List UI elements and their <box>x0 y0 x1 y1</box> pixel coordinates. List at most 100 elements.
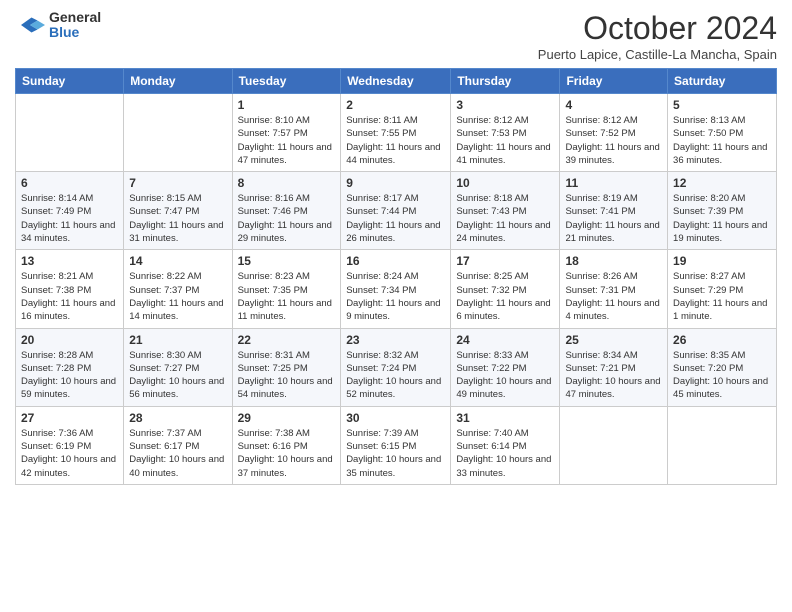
calendar-cell: 26 Sunrise: 8:35 AMSunset: 7:20 PMDayligh… <box>668 328 777 406</box>
header: General Blue October 2024 Puerto Lapice,… <box>15 10 777 62</box>
day-number: 10 <box>456 176 554 190</box>
day-number: 29 <box>238 411 336 425</box>
day-info: Sunrise: 8:23 AMSunset: 7:35 PMDaylight:… <box>238 270 336 323</box>
day-number: 7 <box>129 176 226 190</box>
day-info: Sunrise: 8:18 AMSunset: 7:43 PMDaylight:… <box>456 192 554 245</box>
day-info: Sunrise: 8:24 AMSunset: 7:34 PMDaylight:… <box>346 270 445 323</box>
calendar-cell: 15Sunrise: 8:23 AMSunset: 7:35 PMDayligh… <box>232 250 341 328</box>
day-number: 19 <box>673 254 771 268</box>
day-info: Sunrise: 8:35 AMSunset: 7:20 PMDaylight:… <box>673 349 771 402</box>
day-number: 14 <box>129 254 226 268</box>
calendar-cell: 10 Sunrise: 8:18 AMSunset: 7:43 PMDayligh… <box>451 172 560 250</box>
day-number: 4 <box>565 98 662 112</box>
day-number: 17 <box>456 254 554 268</box>
calendar-table: SundayMondayTuesdayWednesdayThursdayFrid… <box>15 68 777 485</box>
weekday-header: Thursday <box>451 69 560 94</box>
weekday-header: Wednesday <box>341 69 451 94</box>
calendar-cell: 4 Sunrise: 8:12 AMSunset: 7:52 PMDaylight… <box>560 94 668 172</box>
day-number: 27 <box>21 411 118 425</box>
day-number: 31 <box>456 411 554 425</box>
calendar-cell: 3 Sunrise: 8:12 AMSunset: 7:53 PMDaylight… <box>451 94 560 172</box>
day-number: 8 <box>238 176 336 190</box>
month-title: October 2024 <box>538 10 777 47</box>
calendar-week-row: 20Sunrise: 8:28 AMSunset: 7:28 PMDayligh… <box>16 328 777 406</box>
day-number: 24 <box>456 333 554 347</box>
day-number: 11 <box>565 176 662 190</box>
calendar-cell: 11 Sunrise: 8:19 AMSunset: 7:41 PMDayligh… <box>560 172 668 250</box>
day-info: Sunrise: 8:14 AMSunset: 7:49 PMDaylight:… <box>21 192 118 245</box>
calendar-cell: 12 Sunrise: 8:20 AMSunset: 7:39 PMDayligh… <box>668 172 777 250</box>
calendar-cell: 25 Sunrise: 8:34 AMSunset: 7:21 PMDayligh… <box>560 328 668 406</box>
day-info: Sunrise: 8:11 AMSunset: 7:55 PMDaylight:… <box>346 114 445 167</box>
day-info: Sunrise: 8:26 AMSunset: 7:31 PMDaylight:… <box>565 270 662 323</box>
calendar-cell: 18 Sunrise: 8:26 AMSunset: 7:31 PMDayligh… <box>560 250 668 328</box>
calendar-header-row: SundayMondayTuesdayWednesdayThursdayFrid… <box>16 69 777 94</box>
calendar-cell: 20Sunrise: 8:28 AMSunset: 7:28 PMDayligh… <box>16 328 124 406</box>
day-info: Sunrise: 8:12 AMSunset: 7:52 PMDaylight:… <box>565 114 662 167</box>
day-info: Sunrise: 8:17 AMSunset: 7:44 PMDaylight:… <box>346 192 445 245</box>
day-number: 21 <box>129 333 226 347</box>
calendar-cell: 27 Sunrise: 7:36 AMSunset: 6:19 PMDayligh… <box>16 406 124 484</box>
day-info: Sunrise: 8:32 AMSunset: 7:24 PMDaylight:… <box>346 349 445 402</box>
day-info: Sunrise: 8:27 AMSunset: 7:29 PMDaylight:… <box>673 270 771 323</box>
day-info: Sunrise: 8:16 AMSunset: 7:46 PMDaylight:… <box>238 192 336 245</box>
calendar-cell: 16 Sunrise: 8:24 AMSunset: 7:34 PMDayligh… <box>341 250 451 328</box>
calendar-cell: 8 Sunrise: 8:16 AMSunset: 7:46 PMDaylight… <box>232 172 341 250</box>
day-info: Sunrise: 8:34 AMSunset: 7:21 PMDaylight:… <box>565 349 662 402</box>
day-number: 16 <box>346 254 445 268</box>
weekday-header: Sunday <box>16 69 124 94</box>
day-number: 3 <box>456 98 554 112</box>
day-info: Sunrise: 8:25 AMSunset: 7:32 PMDaylight:… <box>456 270 554 323</box>
logo-icon <box>15 10 45 40</box>
calendar-cell: 7 Sunrise: 8:15 AMSunset: 7:47 PMDaylight… <box>124 172 232 250</box>
day-info: Sunrise: 7:38 AMSunset: 6:16 PMDaylight:… <box>238 427 336 480</box>
calendar-cell: 21 Sunrise: 8:30 AMSunset: 7:27 PMDayligh… <box>124 328 232 406</box>
day-number: 22 <box>238 333 336 347</box>
calendar-cell: 28Sunrise: 7:37 AMSunset: 6:17 PMDayligh… <box>124 406 232 484</box>
day-info: Sunrise: 7:40 AMSunset: 6:14 PMDaylight:… <box>456 427 554 480</box>
calendar-cell: 2Sunrise: 8:11 AMSunset: 7:55 PMDaylight… <box>341 94 451 172</box>
calendar-cell: 1 Sunrise: 8:10 AMSunset: 7:57 PMDaylight… <box>232 94 341 172</box>
day-info: Sunrise: 8:30 AMSunset: 7:27 PMDaylight:… <box>129 349 226 402</box>
day-number: 28 <box>129 411 226 425</box>
day-number: 26 <box>673 333 771 347</box>
day-number: 20 <box>21 333 118 347</box>
day-number: 30 <box>346 411 445 425</box>
day-info: Sunrise: 8:31 AMSunset: 7:25 PMDaylight:… <box>238 349 336 402</box>
day-number: 1 <box>238 98 336 112</box>
calendar-cell: 13 Sunrise: 8:21 AMSunset: 7:38 PMDayligh… <box>16 250 124 328</box>
weekday-header: Friday <box>560 69 668 94</box>
calendar-cell: 29 Sunrise: 7:38 AMSunset: 6:16 PMDayligh… <box>232 406 341 484</box>
day-number: 18 <box>565 254 662 268</box>
calendar-cell <box>124 94 232 172</box>
calendar-cell: 5Sunrise: 8:13 AMSunset: 7:50 PMDaylight… <box>668 94 777 172</box>
day-number: 13 <box>21 254 118 268</box>
calendar-week-row: 1 Sunrise: 8:10 AMSunset: 7:57 PMDaylight… <box>16 94 777 172</box>
day-number: 12 <box>673 176 771 190</box>
calendar-cell: 14 Sunrise: 8:22 AMSunset: 7:37 PMDayligh… <box>124 250 232 328</box>
day-info: Sunrise: 8:22 AMSunset: 7:37 PMDaylight:… <box>129 270 226 323</box>
calendar-cell <box>16 94 124 172</box>
calendar-cell: 30Sunrise: 7:39 AMSunset: 6:15 PMDayligh… <box>341 406 451 484</box>
title-area: October 2024 Puerto Lapice, Castille-La … <box>538 10 777 62</box>
calendar-cell: 31 Sunrise: 7:40 AMSunset: 6:14 PMDayligh… <box>451 406 560 484</box>
calendar-cell <box>560 406 668 484</box>
day-info: Sunrise: 8:15 AMSunset: 7:47 PMDaylight:… <box>129 192 226 245</box>
day-info: Sunrise: 8:10 AMSunset: 7:57 PMDaylight:… <box>238 114 336 167</box>
day-info: Sunrise: 7:36 AMSunset: 6:19 PMDaylight:… <box>21 427 118 480</box>
logo: General Blue <box>15 10 101 41</box>
weekday-header: Tuesday <box>232 69 341 94</box>
day-info: Sunrise: 8:12 AMSunset: 7:53 PMDaylight:… <box>456 114 554 167</box>
day-info: Sunrise: 8:21 AMSunset: 7:38 PMDaylight:… <box>21 270 118 323</box>
day-number: 23 <box>346 333 445 347</box>
calendar-cell: 23 Sunrise: 8:32 AMSunset: 7:24 PMDayligh… <box>341 328 451 406</box>
day-number: 9 <box>346 176 445 190</box>
calendar-week-row: 13 Sunrise: 8:21 AMSunset: 7:38 PMDayligh… <box>16 250 777 328</box>
calendar-week-row: 6Sunrise: 8:14 AMSunset: 7:49 PMDaylight… <box>16 172 777 250</box>
day-info: Sunrise: 8:19 AMSunset: 7:41 PMDaylight:… <box>565 192 662 245</box>
day-number: 25 <box>565 333 662 347</box>
calendar-cell: 19 Sunrise: 8:27 AMSunset: 7:29 PMDayligh… <box>668 250 777 328</box>
calendar-cell: 22 Sunrise: 8:31 AMSunset: 7:25 PMDayligh… <box>232 328 341 406</box>
day-info: Sunrise: 8:33 AMSunset: 7:22 PMDaylight:… <box>456 349 554 402</box>
day-info: Sunrise: 8:20 AMSunset: 7:39 PMDaylight:… <box>673 192 771 245</box>
